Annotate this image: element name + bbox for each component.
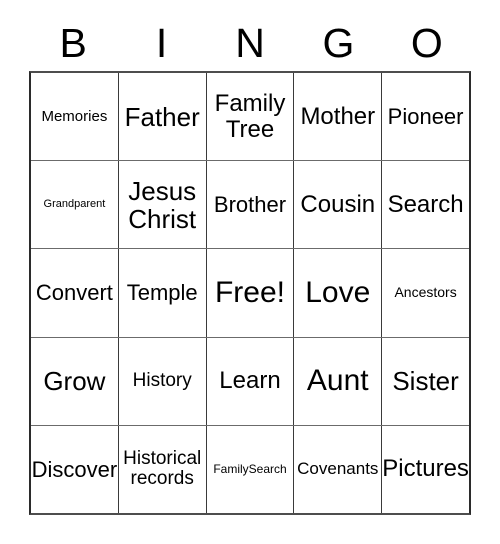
bingo-cell[interactable]: Mother (294, 73, 383, 161)
bingo-cell[interactable]: Jesus Christ (118, 161, 207, 249)
bingo-header-row: B I N G O (29, 16, 471, 71)
bingo-card: B I N G O Memories Father Family Tree Mo… (0, 0, 500, 544)
bingo-cell[interactable]: Discover (31, 425, 119, 514)
header-letter-g: G (322, 20, 355, 66)
bingo-cell[interactable]: Family Tree (206, 73, 295, 161)
bingo-cell[interactable]: Father (118, 73, 207, 161)
bingo-cell[interactable]: Love (294, 249, 383, 337)
bingo-cell[interactable]: Convert (31, 249, 119, 337)
bingo-row: Grow History Learn Aunt Sister (31, 337, 469, 426)
bingo-cell[interactable]: Covenants (294, 425, 383, 514)
bingo-cell[interactable]: Search (382, 161, 469, 249)
bingo-cell[interactable]: FamilySearch (206, 425, 295, 514)
bingo-cell[interactable]: Grandparent (31, 161, 119, 249)
bingo-cell[interactable]: Grow (31, 337, 119, 425)
bingo-grid: Memories Father Family Tree Mother Pione… (29, 71, 471, 515)
bingo-row: Memories Father Family Tree Mother Pione… (31, 73, 469, 162)
bingo-cell[interactable]: Aunt (294, 337, 383, 425)
bingo-cell[interactable]: Brother (206, 161, 295, 249)
bingo-cell[interactable]: Learn (206, 337, 295, 425)
header-letter-n: N (235, 20, 265, 66)
bingo-cell[interactable]: Memories (31, 73, 119, 161)
bingo-cell[interactable]: Historical records (118, 425, 207, 514)
header-letter-b: B (59, 20, 87, 66)
bingo-row: Discover Historical records FamilySearch… (31, 425, 469, 514)
bingo-cell[interactable]: Sister (382, 337, 469, 425)
bingo-cell[interactable]: Pictures (382, 425, 469, 514)
bingo-cell[interactable]: Ancestors (382, 249, 469, 337)
bingo-cell[interactable]: History (118, 337, 207, 425)
bingo-cell[interactable]: Pioneer (382, 73, 469, 161)
header-letter-i: I (155, 20, 168, 66)
bingo-row: Convert Temple Free! Love Ancestors (31, 249, 469, 338)
bingo-cell[interactable]: Cousin (294, 161, 383, 249)
bingo-cell-free-space[interactable]: Free! (206, 249, 295, 337)
bingo-cell[interactable]: Temple (118, 249, 207, 337)
bingo-row: Grandparent Jesus Christ Brother Cousin … (31, 161, 469, 250)
header-letter-o: O (410, 20, 443, 66)
